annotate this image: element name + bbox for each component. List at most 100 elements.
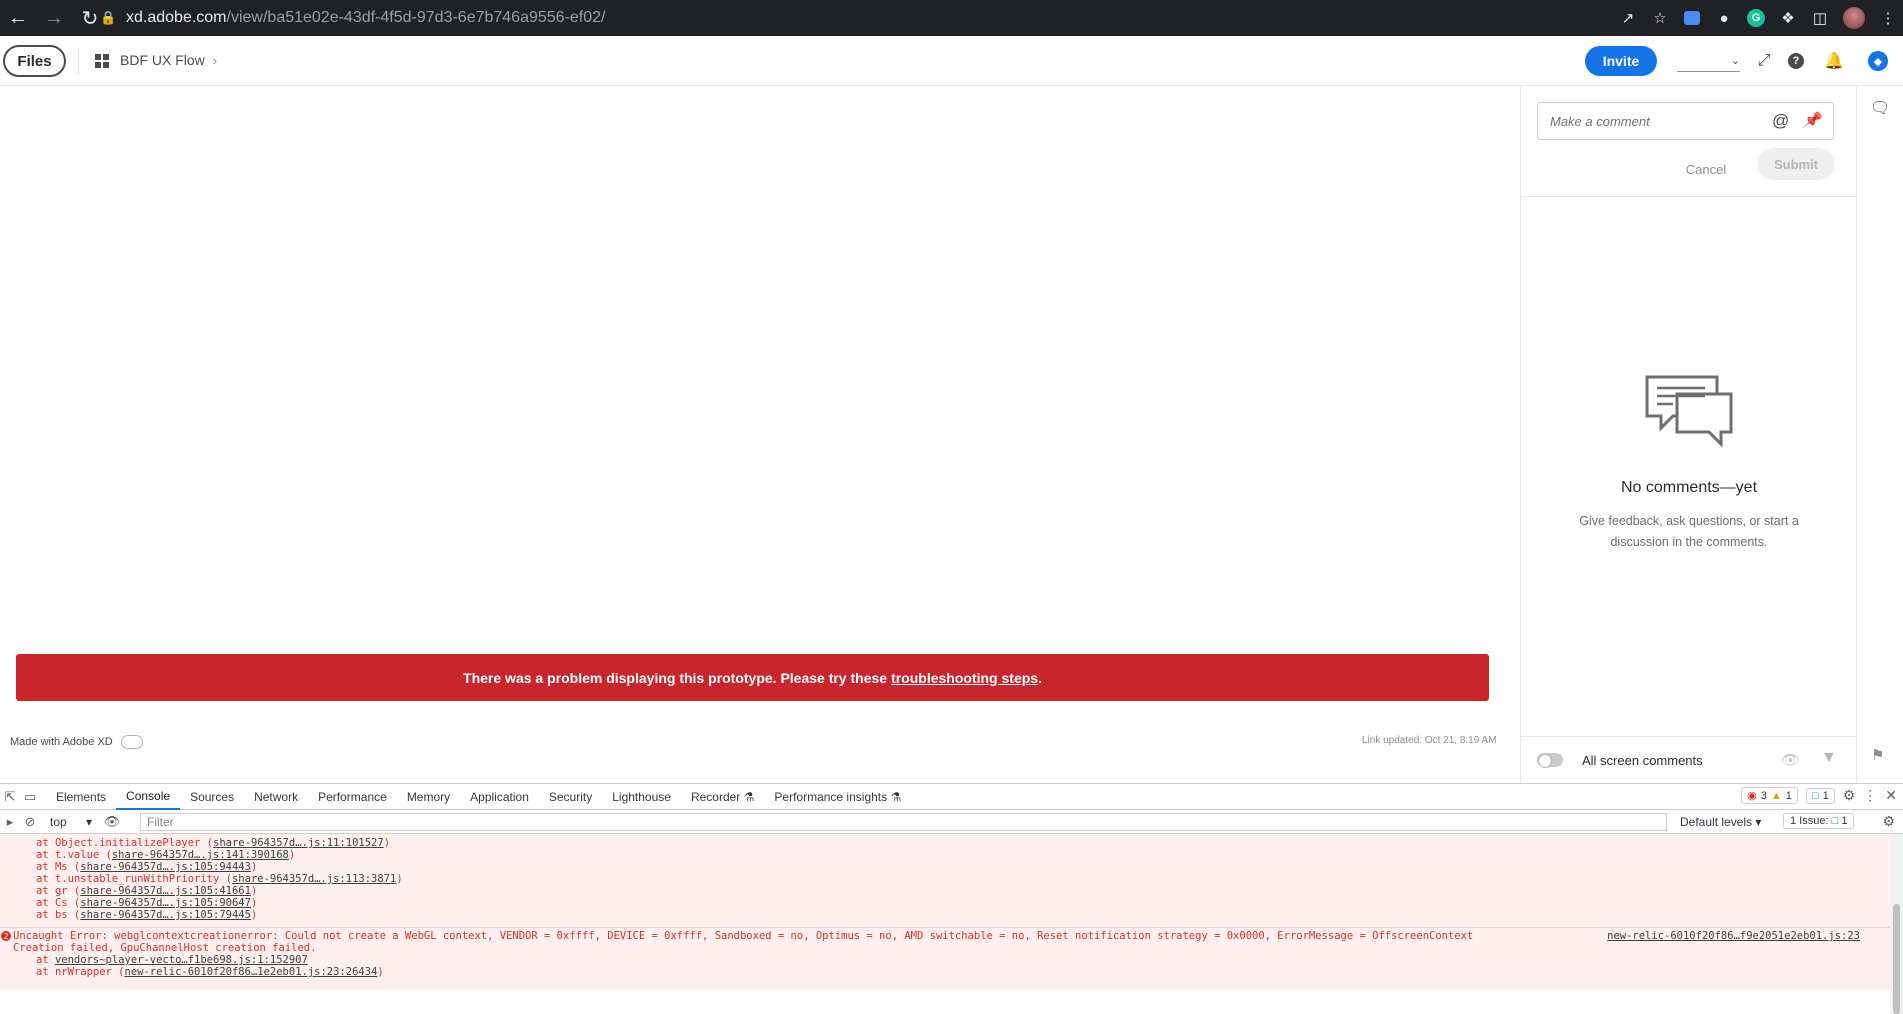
stack-end: ) [383,837,391,849]
stack-function: at [36,954,55,966]
log-levels-select[interactable]: Default levels ▾ [1680,815,1761,829]
back-arrow-icon[interactable]: ← [0,0,36,36]
grid-icon[interactable] [95,54,109,68]
invite-button[interactable]: Invite [1585,46,1657,76]
console-settings-icon[interactable]: ⚙ [1882,813,1895,830]
stack-end: ) [250,885,258,897]
address-bar[interactable]: 🔒 xd.adobe.com/view/ba51e02e-43df-4f5d-9… [100,4,1680,32]
notification-bell-icon[interactable]: 🔔 [1824,51,1844,71]
camera-icon[interactable]: ● [1715,9,1733,27]
warning-icon: ▲ [1770,789,1782,802]
breadcrumb[interactable]: BDF UX Flow › [120,52,217,68]
error-source-link[interactable]: new-relic-6010f20f86…f9e2051e2eb01.js:23 [1607,930,1860,942]
browser-toolbar: ← → ↻ 🔒 xd.adobe.com/view/ba51e02e-43df-… [0,0,1903,36]
devtools-tab[interactable]: Elements [46,784,116,810]
mention-icon[interactable]: @ [1772,111,1789,131]
zoom-select[interactable]: ⌄ [1677,50,1740,72]
devtools-tab[interactable]: Network [244,784,308,810]
cancel-button[interactable]: Cancel [1676,154,1736,184]
console-filter-input[interactable]: Filter [140,813,1667,831]
devtools-tab[interactable]: Sources [180,784,244,810]
stack-source-link[interactable]: share-964357d….js:105:41661 [80,885,251,897]
issues-button[interactable]: 1 Issue: □ 1 [1783,813,1855,829]
filter-icon[interactable]: ▼ [1821,749,1837,767]
devtools-tab[interactable]: Memory [397,784,460,810]
extension-translate-icon[interactable] [1683,9,1701,27]
empty-state-title: No comments—yet [1620,479,1758,496]
clear-console-icon[interactable]: ⊘ [20,812,40,832]
app-switcher-icon[interactable]: ◆ [1868,51,1888,71]
devtools-tab[interactable]: Performance [308,784,397,810]
flag-icon[interactable]: ⚑ [1871,746,1884,764]
devtools-tabbar: ⇱ ▭ Elements Console Sources Network Perform… [0,784,1903,810]
scrollbar-thumb[interactable] [1893,904,1900,1014]
prototype-canvas: There was a problem displaying this prot… [0,86,1520,783]
devtools-tab[interactable]: Console [116,784,181,810]
submit-button[interactable]: Submit [1758,148,1834,180]
live-expression-eye-icon[interactable]: 👁 [102,812,122,832]
more-options-icon[interactable]: ⋮ [1863,787,1877,804]
dropdown-arrow-icon: ▾ [85,814,92,829]
close-devtools-icon[interactable]: ✕ [1885,787,1897,804]
sidebar-toggle-icon[interactable]: ▸ [0,812,20,832]
stack-trace-line: at t.value (share-964357d….js:141:390168… [36,849,295,861]
console-scrollbar[interactable] [1890,834,1903,1014]
devtools-tab[interactable]: Recorder ⚗ [681,784,764,810]
stack-function: at t.value ( [36,849,112,861]
devtools-tab[interactable]: Security [539,784,602,810]
pin-icon[interactable]: 📌 [1802,111,1821,129]
chevron-down-icon: ⌄ [1730,55,1740,67]
hide-comments-icon[interactable]: 👁 [1781,751,1800,769]
all-screen-comments-toggle[interactable] [1537,753,1563,768]
error-banner-text: There was a problem displaying this prot… [463,669,888,686]
warning-count: 1 [1785,789,1792,802]
device-toolbar-icon[interactable]: ▭ [20,787,40,807]
help-icon[interactable]: ? [1788,53,1804,69]
side-panel-icon[interactable]: ◫ [1811,9,1829,27]
stack-source-link[interactable]: new-relic-6010f20f86…1e2eb01.js:23:26434 [125,966,378,978]
profile-avatar[interactable] [1843,7,1865,29]
messages-badge[interactable]: □ 1 [1805,787,1835,804]
stack-function: at Cs ( [36,897,81,909]
puzzle-extensions-icon[interactable]: ❖ [1779,9,1797,27]
grammarly-icon[interactable]: G [1747,9,1765,27]
context-select[interactable]: top ▾ [50,815,92,829]
chat-bubbles-icon [1645,375,1733,448]
devtools-tab[interactable]: Performance insights ⚗ [764,784,911,810]
share-icon[interactable]: ↗ [1619,9,1637,27]
context-value: top [50,814,67,829]
comment-panel-icon[interactable]: 🗨 [1870,98,1892,118]
devtools-panel: ⇱ ▭ Elements Console Sources Network Perform… [0,783,1903,1014]
troubleshooting-link[interactable]: troubleshooting steps [891,670,1038,686]
issues-label: 1 Issue: [1790,815,1829,827]
fullscreen-icon[interactable]: ⤢ [1754,51,1774,71]
stack-source-link[interactable]: share-964357d….js:105:90647 [80,897,251,909]
comment-placeholder: Make a comment [1550,113,1650,129]
inspect-element-icon[interactable]: ⇱ [0,787,20,807]
stack-source-link[interactable]: vendors~player-vecto…f1be698.js:1:152907 [55,954,308,966]
devtools-tab[interactable]: Lighthouse [602,784,681,810]
stack-source-link[interactable]: share-964357d….js:11:101527 [213,837,384,849]
files-button[interactable]: Files [3,45,66,77]
stack-trace-line: at gr (share-964357d….js:105:41661) [36,885,257,897]
stack-function: at t.unstable_runWithPriority ( [36,873,232,885]
breadcrumb-document-name[interactable]: BDF UX Flow [120,52,205,68]
stack-source-link[interactable]: share-964357d….js:105:79445 [80,909,251,921]
comment-input[interactable]: Make a comment @ 📌 [1537,102,1834,140]
settings-gear-icon[interactable]: ⚙ [1843,787,1856,804]
stack-end: ) [250,897,258,909]
stack-source-link[interactable]: share-964357d….js:141:390168 [112,849,289,861]
stack-source-link[interactable]: share-964357d….js:113:3871 [232,873,396,885]
header-divider [78,48,79,74]
stack-source-link[interactable]: share-964357d….js:105:94443 [80,861,251,873]
error-repeat-count: 2 [1,931,11,941]
message-count: 1 [1822,789,1829,802]
forward-arrow-icon[interactable]: → [36,0,72,36]
bookmark-star-icon[interactable]: ☆ [1651,9,1669,27]
kebab-menu-icon[interactable]: ⋮ [1879,9,1897,27]
made-with-label: Made with Adobe XD [10,736,113,748]
console-counts-badge[interactable]: ◉ 3 ▲ 1 [1741,787,1798,804]
filter-placeholder: Filter [147,815,174,829]
devtools-tab[interactable]: Application [460,784,539,810]
console-output: at Object.initializePlayer (share-964357… [0,834,1890,1014]
